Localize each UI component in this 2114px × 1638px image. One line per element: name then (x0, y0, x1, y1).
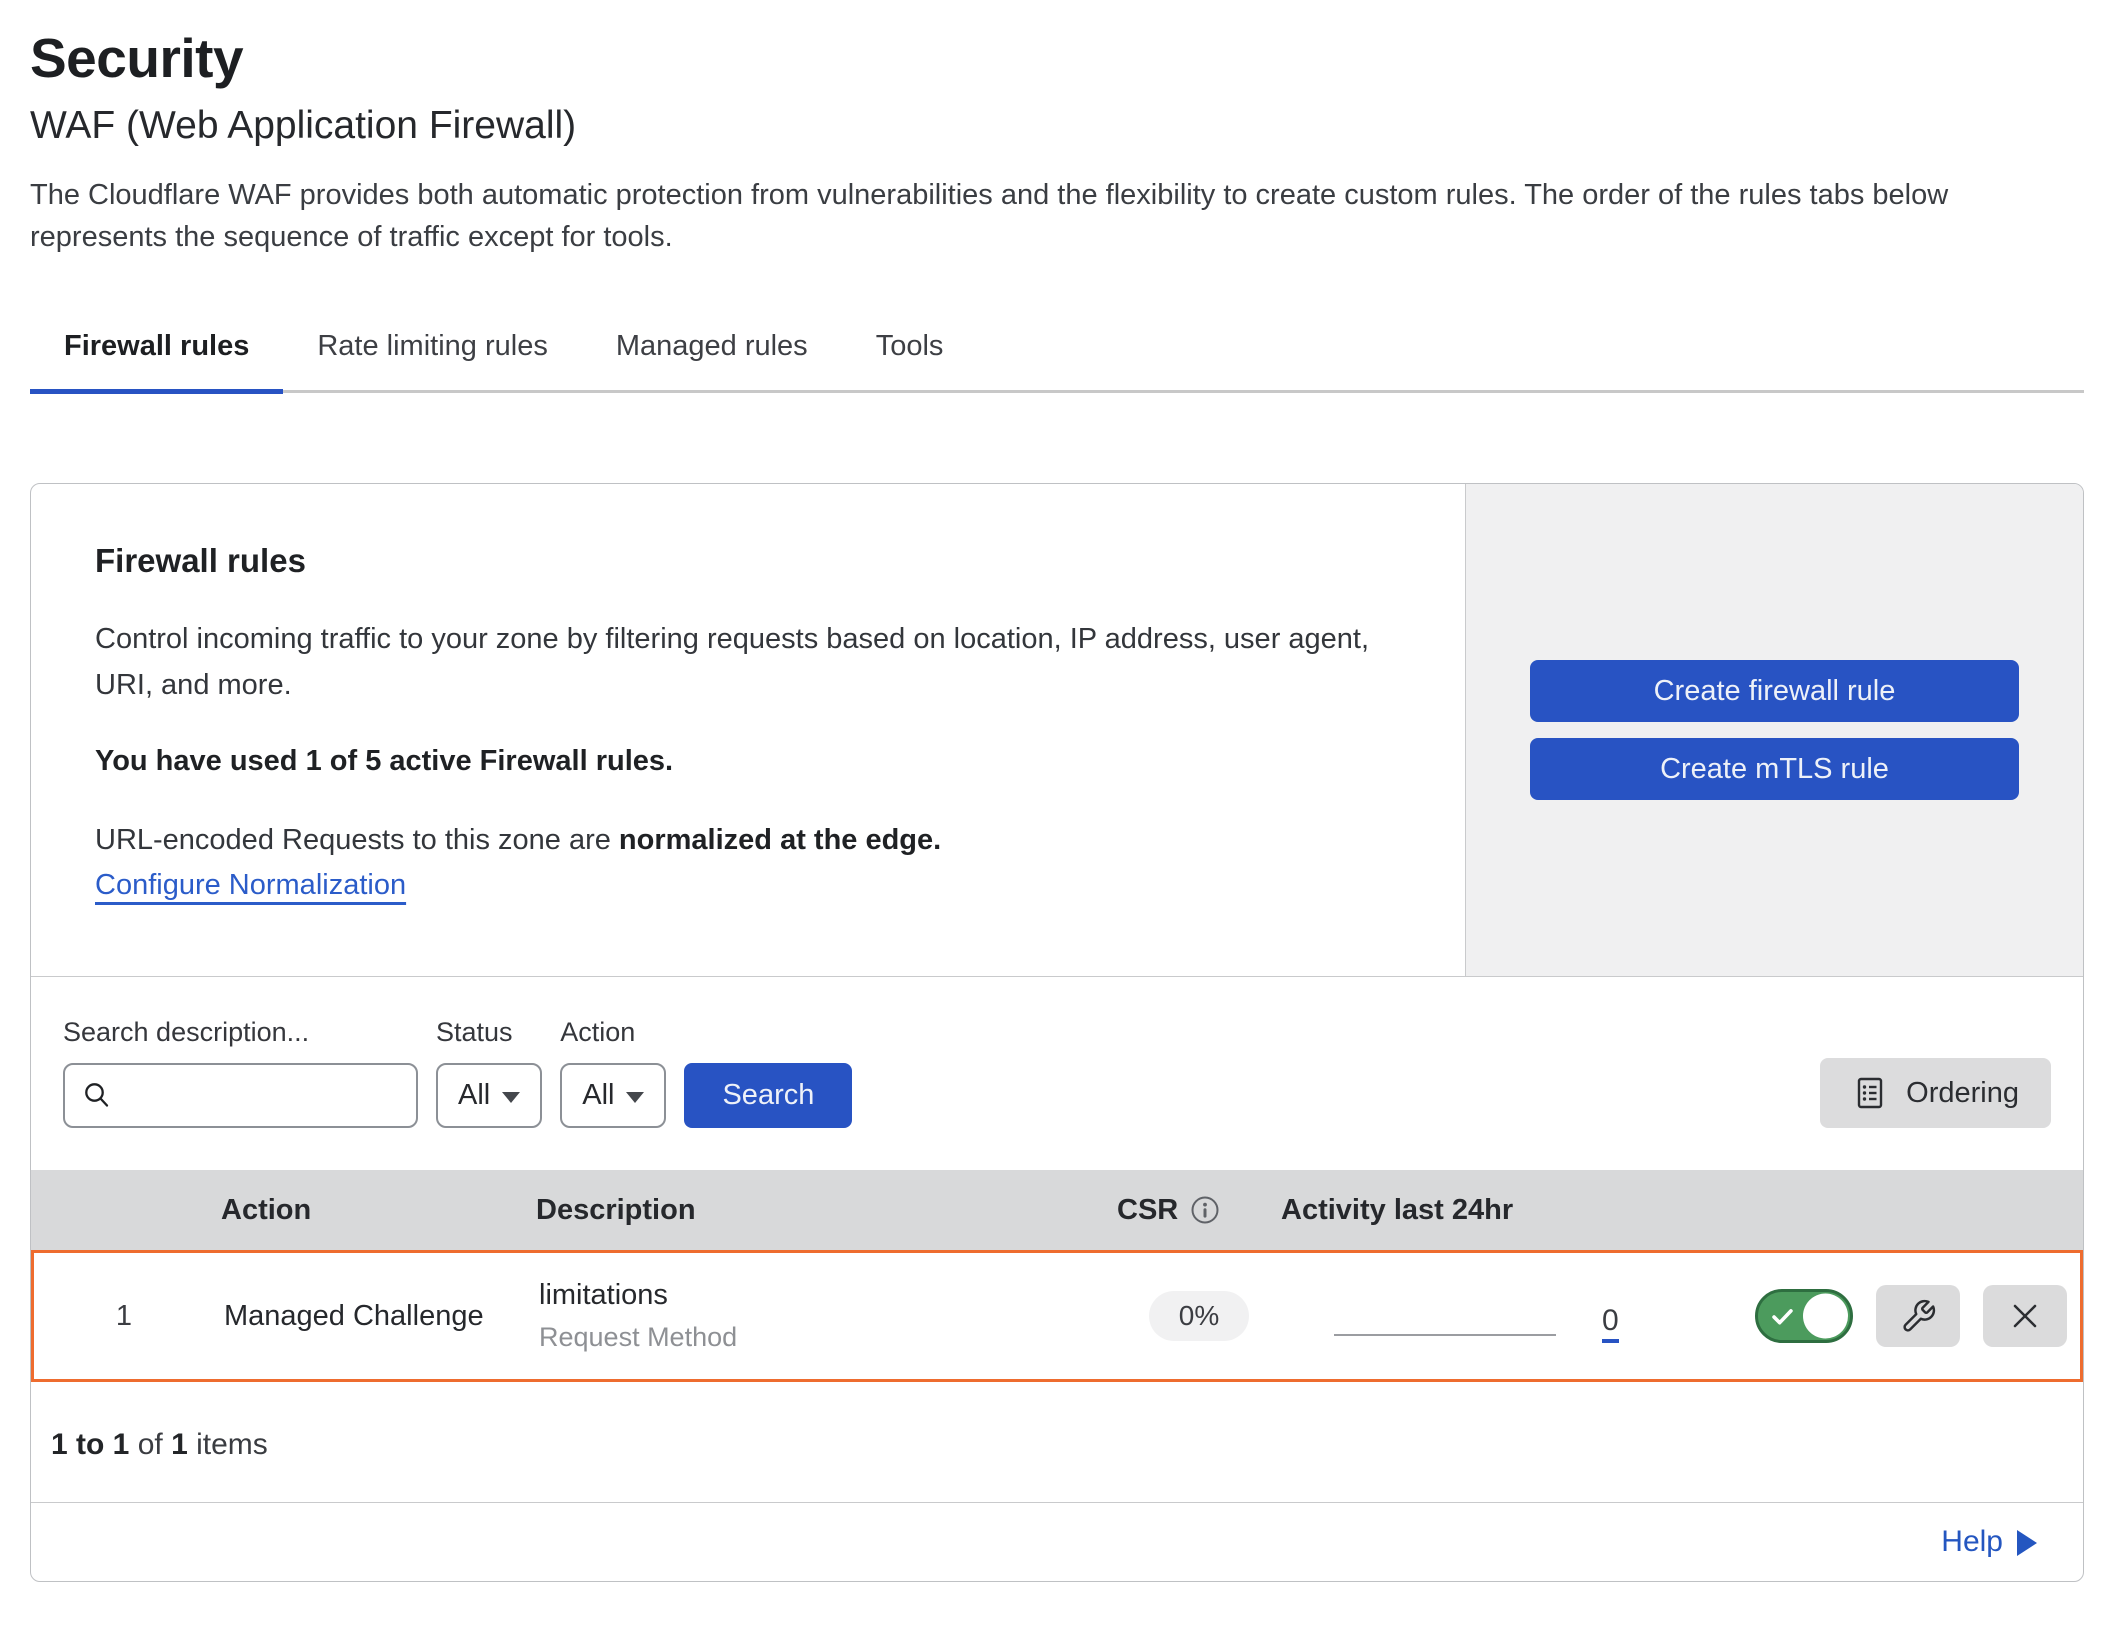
rule-activity-cell: 0 (1284, 1253, 1659, 1379)
usage-summary: You have used 1 of 5 active Firewall rul… (95, 745, 1401, 778)
pagination-total: 1 (171, 1428, 188, 1461)
status-filter-group: Status All (436, 1017, 542, 1128)
chevron-down-icon (502, 1092, 520, 1103)
action-filter-group: Action All (560, 1017, 666, 1128)
card-top-section: Firewall rules Control incoming traffic … (31, 484, 2083, 976)
status-label: Status (436, 1017, 542, 1048)
toggle-knob (1803, 1294, 1848, 1339)
info-icon[interactable] (1190, 1195, 1220, 1225)
normalization-bold: normalized at the edge. (619, 824, 941, 856)
tab-tools[interactable]: Tools (842, 330, 978, 394)
search-description-group: Search description... (63, 1017, 418, 1128)
rule-description: limitations (539, 1279, 1114, 1312)
card-heading: Firewall rules (95, 542, 1401, 580)
tab-firewall-rules[interactable]: Firewall rules (30, 330, 283, 394)
column-header-activity: Activity last 24hr (1281, 1194, 1656, 1227)
action-select-value: All (582, 1079, 614, 1112)
rule-enabled-toggle[interactable] (1755, 1289, 1853, 1343)
tab-managed-rules[interactable]: Managed rules (582, 330, 842, 394)
page-subtitle: WAF (Web Application Firewall) (30, 104, 2084, 148)
delete-rule-button[interactable] (1983, 1285, 2067, 1347)
help-section: Help (31, 1503, 2083, 1581)
rule-controls (1659, 1285, 2080, 1347)
column-header-action: Action (211, 1194, 536, 1227)
ordering-list-icon (1852, 1075, 1888, 1111)
edit-rule-button[interactable] (1876, 1285, 1960, 1347)
help-link[interactable]: Help (1941, 1525, 2037, 1559)
ordering-button-label: Ordering (1906, 1077, 2019, 1110)
search-input-wrapper (63, 1063, 418, 1128)
normalization-note: URL-encoded Requests to this zone are no… (95, 824, 1401, 857)
pagination-of: of (129, 1428, 171, 1461)
firewall-rules-card: Firewall rules Control incoming traffic … (30, 483, 2084, 1582)
pagination-items: items (188, 1428, 268, 1461)
actions-panel: Create firewall rule Create mTLS rule (1465, 484, 2083, 976)
filter-bar: Search description... Status All (31, 976, 2083, 1170)
check-icon (1769, 1303, 1796, 1330)
column-header-csr: CSR (1111, 1194, 1281, 1227)
chevron-down-icon (626, 1092, 644, 1103)
pagination-range: 1 to 1 (51, 1428, 129, 1461)
wrench-icon (1900, 1298, 1937, 1335)
tab-rate-limiting-rules[interactable]: Rate limiting rules (283, 330, 581, 394)
waf-tabs: Firewall rules Rate limiting rules Manag… (30, 330, 2084, 393)
rule-action: Managed Challenge (214, 1300, 539, 1333)
activity-sparkline (1334, 1334, 1556, 1336)
status-select[interactable]: All (436, 1063, 542, 1128)
close-icon (2009, 1300, 2041, 1332)
arrow-right-icon (2017, 1530, 2037, 1556)
activity-count-link[interactable]: 0 (1602, 1306, 1619, 1343)
csr-header-label: CSR (1117, 1194, 1178, 1227)
page-title: Security (30, 26, 2084, 90)
ordering-button[interactable]: Ordering (1820, 1058, 2051, 1128)
rule-csr-cell: 0% (1114, 1291, 1284, 1341)
firewall-rules-info: Firewall rules Control incoming traffic … (31, 484, 1465, 976)
column-header-description: Description (536, 1194, 1111, 1227)
status-select-value: All (458, 1079, 490, 1112)
normalization-text: URL-encoded Requests to this zone are (95, 824, 619, 856)
search-input[interactable] (113, 1065, 478, 1126)
create-firewall-rule-button[interactable]: Create firewall rule (1530, 660, 2019, 722)
action-select[interactable]: All (560, 1063, 666, 1128)
search-icon (81, 1080, 113, 1112)
rule-description-cell: limitations Request Method (539, 1279, 1114, 1353)
pagination-summary: 1 to 1 of 1 items (31, 1382, 2083, 1503)
search-button[interactable]: Search (684, 1063, 852, 1128)
csr-badge: 0% (1149, 1291, 1249, 1341)
page-description: The Cloudflare WAF provides both automat… (30, 174, 2075, 258)
rule-expression-summary: Request Method (539, 1322, 1114, 1353)
configure-normalization-link[interactable]: Configure Normalization (95, 869, 406, 902)
rule-priority: 1 (34, 1300, 214, 1333)
action-label: Action (560, 1017, 666, 1048)
table-header-row: Action Description CSR Activity last 24h… (31, 1170, 2083, 1250)
security-waf-page: Security WAF (Web Application Firewall) … (0, 0, 2114, 1582)
table-row: 1 Managed Challenge limitations Request … (31, 1250, 2083, 1382)
help-link-label: Help (1941, 1525, 2003, 1559)
firewall-rules-table: Action Description CSR Activity last 24h… (31, 1170, 2083, 1382)
card-description: Control incoming traffic to your zone by… (95, 616, 1401, 709)
create-mtls-rule-button[interactable]: Create mTLS rule (1530, 738, 2019, 800)
search-description-label: Search description... (63, 1017, 418, 1048)
